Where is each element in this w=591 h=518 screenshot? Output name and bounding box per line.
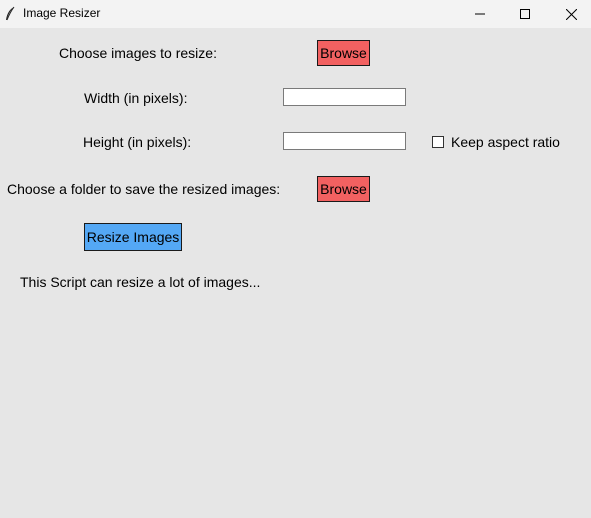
maximize-button[interactable] [502, 0, 548, 28]
height-input[interactable] [283, 132, 406, 150]
height-label: Height (in pixels): [83, 134, 192, 150]
close-icon [565, 8, 577, 20]
resize-images-button[interactable]: Resize Images [84, 223, 182, 251]
choose-images-label: Choose images to resize: [59, 45, 217, 61]
keep-aspect-ratio-label[interactable]: Keep aspect ratio [451, 134, 560, 150]
maximize-icon [520, 9, 530, 19]
minimize-button[interactable] [457, 0, 503, 28]
width-input[interactable] [283, 88, 406, 106]
status-text: This Script can resize a lot of images..… [20, 274, 261, 290]
minimize-icon [475, 13, 485, 15]
window-title: Image Resizer [23, 6, 101, 20]
width-label: Width (in pixels): [84, 90, 188, 106]
browse-images-button[interactable]: Browse [317, 40, 370, 66]
title-bar[interactable]: Image Resizer [0, 0, 591, 28]
close-button[interactable] [548, 0, 591, 28]
choose-folder-label: Choose a folder to save the resized imag… [7, 181, 281, 197]
browse-folder-button[interactable]: Browse [317, 176, 370, 202]
keep-aspect-ratio-checkbox[interactable] [432, 136, 444, 148]
image-resizer-window: Image Resizer Choose images to resize: B… [0, 0, 591, 518]
feather-icon [4, 6, 16, 22]
